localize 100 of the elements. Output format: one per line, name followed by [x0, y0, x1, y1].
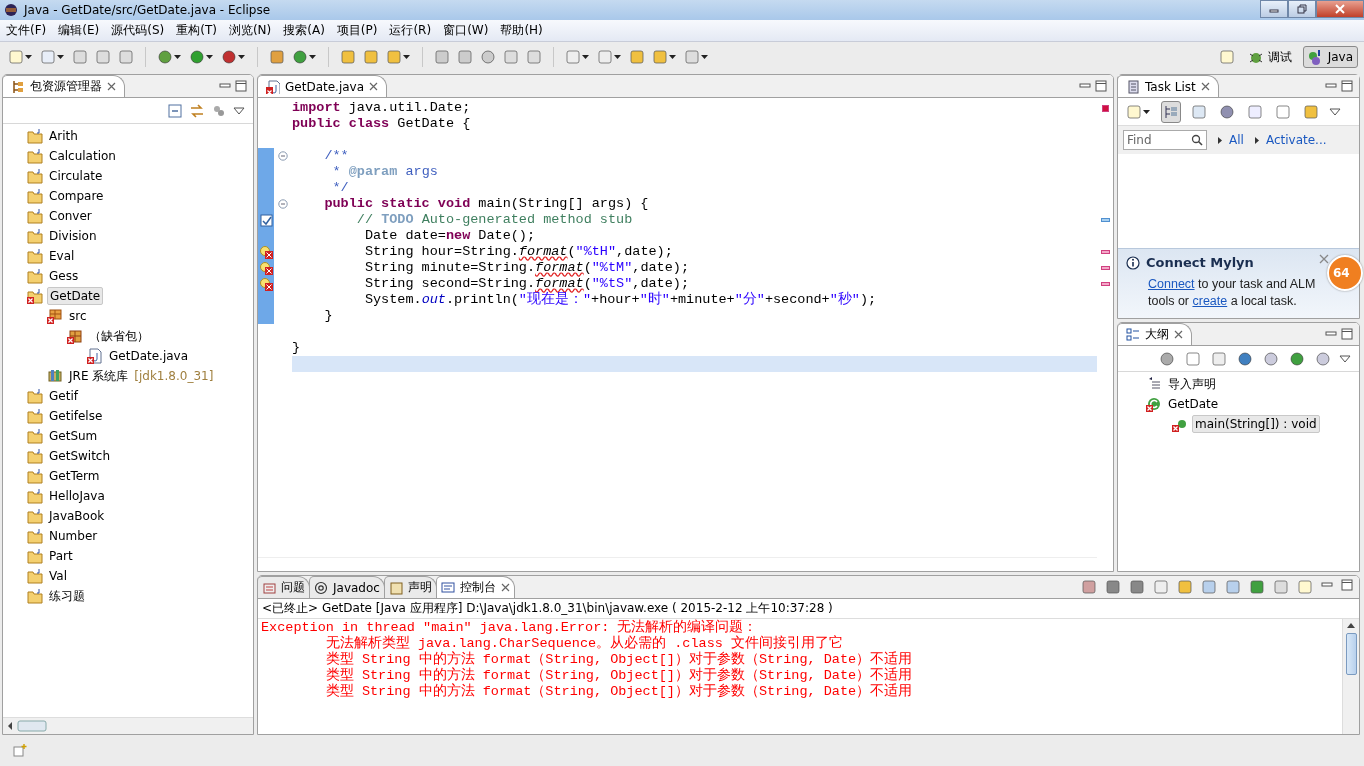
- tree-item[interactable]: Conver: [47, 208, 94, 224]
- overview-ruler-mark[interactable]: [1100, 266, 1110, 270]
- view-tab[interactable]: Task List: [1117, 75, 1219, 97]
- tree-item[interactable]: Circulate: [47, 168, 105, 184]
- view-menu-icon[interactable]: [1329, 106, 1341, 117]
- filter-link[interactable]: All: [1229, 133, 1244, 147]
- tree-item[interactable]: GetSwitch: [47, 448, 113, 464]
- menu-item[interactable]: 文件(F): [0, 22, 53, 39]
- outline-item[interactable]: 导入声明: [1166, 374, 1218, 394]
- close-tab-icon[interactable]: [500, 583, 510, 592]
- link[interactable]: create: [1192, 294, 1228, 308]
- overview-ruler-mark[interactable]: [1100, 250, 1110, 254]
- tree-item[interactable]: Calculation: [47, 148, 118, 164]
- maximize-icon[interactable]: [1341, 579, 1353, 591]
- close-button[interactable]: [1316, 0, 1364, 18]
- expand-triangle-icon[interactable]: [1217, 135, 1223, 145]
- tree-item[interactable]: JavaBook: [47, 508, 107, 524]
- menu-item[interactable]: 窗口(W): [437, 22, 495, 39]
- view-tab[interactable]: 包资源管理器: [3, 75, 125, 97]
- close-tab-icon[interactable]: [107, 82, 116, 91]
- overview-ruler-mark[interactable]: [1100, 282, 1110, 286]
- view-tab[interactable]: 问题: [258, 576, 310, 598]
- tree-item[interactable]: Arith: [47, 128, 80, 144]
- maximize-icon[interactable]: [1341, 80, 1353, 92]
- tree-item[interactable]: 练习题: [47, 586, 87, 606]
- menu-item[interactable]: 重构(T): [170, 22, 223, 39]
- outline-item[interactable]: GetDate: [1166, 396, 1221, 412]
- menu-item[interactable]: 帮助(H): [494, 22, 549, 39]
- perspective-button[interactable]: Java: [1302, 46, 1358, 68]
- expand-triangle-icon[interactable]: [1253, 135, 1260, 145]
- close-tab-icon[interactable]: [1174, 330, 1183, 339]
- tree-item[interactable]: HelloJava: [47, 488, 107, 504]
- tree-item[interactable]: Compare: [47, 188, 106, 204]
- horizontal-scrollbar[interactable]: [3, 717, 253, 734]
- view-tab[interactable]: Javadoc: [309, 576, 385, 598]
- tree-item[interactable]: JRE 系统库: [67, 366, 131, 386]
- tree-item[interactable]: GetTerm: [47, 468, 102, 484]
- fold-toggle-icon[interactable]: [278, 199, 288, 209]
- scroll-up-icon[interactable]: [1346, 621, 1356, 629]
- tree-item[interactable]: Eval: [47, 248, 77, 264]
- restore-icon[interactable]: [1297, 4, 1307, 14]
- console-output-line: 类型 String 中的方法 format（String, Object[]）对于参数（String, Date）不适用: [324, 668, 914, 683]
- menu-item[interactable]: 项目(P): [330, 22, 384, 39]
- tree-item[interactable]: （缺省包）: [87, 326, 151, 346]
- overview-ruler-mark[interactable]: [1100, 218, 1110, 222]
- tree-item[interactable]: Getifelse: [47, 408, 105, 424]
- tree-item[interactable]: GetSum: [47, 428, 100, 444]
- status-icon[interactable]: [12, 742, 28, 759]
- console-icon[interactable]: [440, 580, 455, 595]
- error-marker-icon[interactable]: [259, 277, 273, 291]
- task-list-icon[interactable]: [1126, 79, 1140, 94]
- categorized-icon[interactable]: [1163, 103, 1179, 120]
- menu-item[interactable]: 源代码(S): [105, 22, 171, 39]
- fold-toggle-icon[interactable]: [278, 151, 288, 161]
- tree-item[interactable]: Number: [47, 528, 100, 544]
- link-editor-icon[interactable]: [189, 102, 205, 119]
- menu-item[interactable]: 运行(R): [383, 22, 438, 39]
- view-tab[interactable]: 声明: [383, 576, 437, 598]
- menu-item[interactable]: 浏览(N): [222, 22, 278, 39]
- task-marker-icon[interactable]: [259, 213, 273, 227]
- menu-item[interactable]: 搜索(A): [277, 22, 331, 39]
- close-icon[interactable]: [1319, 254, 1329, 264]
- view-tab[interactable]: 控制台: [435, 576, 515, 598]
- vertical-scrollbar[interactable]: [1342, 619, 1359, 734]
- package-explorer-icon[interactable]: [11, 79, 25, 94]
- java-file-icon[interactable]: [266, 79, 280, 94]
- close-tab-icon[interactable]: [1200, 82, 1210, 91]
- perspective-button[interactable]: 调试: [1242, 46, 1297, 68]
- tree-item[interactable]: Part: [47, 548, 75, 564]
- error-marker-icon[interactable]: [259, 261, 273, 275]
- close-tab-icon[interactable]: [369, 82, 379, 91]
- error-marker-icon[interactable]: [259, 245, 273, 259]
- declaration-icon[interactable]: [388, 580, 403, 595]
- link[interactable]: Connect: [1148, 277, 1195, 291]
- tree-item[interactable]: Division: [47, 228, 99, 244]
- outline-item[interactable]: main(String[]) : void: [1192, 415, 1320, 433]
- editor-tab[interactable]: GetDate.java: [258, 75, 388, 97]
- filter-link[interactable]: Activate...: [1265, 133, 1327, 147]
- problems-icon[interactable]: [262, 580, 276, 595]
- maximize-icon[interactable]: [1341, 328, 1353, 340]
- maximize-icon[interactable]: [1095, 80, 1107, 92]
- restore-button[interactable]: [1288, 0, 1316, 18]
- maximize-icon[interactable]: [235, 80, 247, 92]
- minimize-button[interactable]: [1260, 0, 1288, 18]
- tree-item[interactable]: src: [67, 308, 89, 324]
- code-line: }: [292, 340, 302, 356]
- outline-icon[interactable]: [1126, 327, 1140, 342]
- tree-item[interactable]: Gess: [47, 268, 81, 284]
- tree-item[interactable]: GetDate: [47, 287, 104, 305]
- scroll-thumb-icon[interactable]: [17, 720, 47, 732]
- tree-item[interactable]: Val: [47, 568, 69, 584]
- tree-item[interactable]: Getif: [47, 388, 80, 404]
- menu-item[interactable]: 编辑(E): [52, 22, 106, 39]
- error-overview-mark[interactable]: [1101, 104, 1109, 112]
- scroll-thumb[interactable]: [1345, 633, 1357, 675]
- view-menu-icon[interactable]: [233, 105, 245, 116]
- view-menu-icon[interactable]: [1339, 353, 1351, 364]
- view-tab[interactable]: 大纲: [1118, 323, 1192, 345]
- tree-item[interactable]: GetDate.java: [107, 348, 191, 364]
- find-field[interactable]: Find: [1123, 130, 1207, 150]
